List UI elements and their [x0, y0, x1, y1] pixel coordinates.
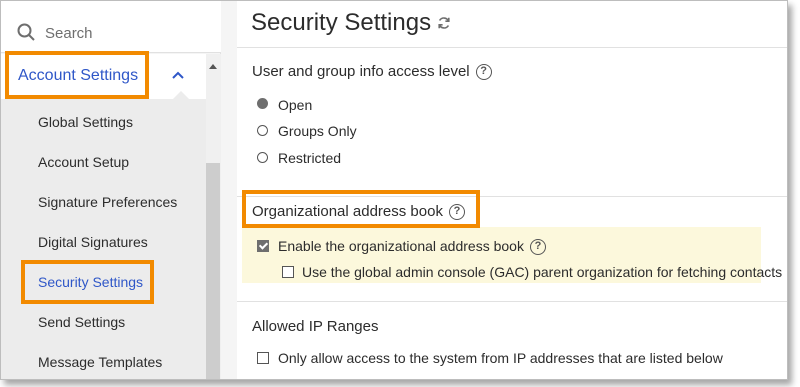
restrict-ip-checkbox[interactable]: [257, 352, 269, 364]
search-box[interactable]: Search: [1, 1, 221, 53]
scrollbar-thumb[interactable]: [206, 163, 220, 379]
search-input[interactable]: Search: [45, 25, 93, 42]
chevron-up-icon[interactable]: [171, 70, 185, 80]
sidebar-item-account-setup[interactable]: Account Setup: [38, 154, 129, 170]
sidebar-item-digital-signatures[interactable]: Digital Signatures: [38, 234, 148, 250]
enable-address-book-label[interactable]: Enable the organizational address book?: [278, 238, 546, 256]
sidebar-item-security-settings[interactable]: Security Settings: [38, 274, 143, 290]
radio-restricted-label[interactable]: Restricted: [278, 150, 341, 166]
address-book-heading: Organizational address book?: [252, 203, 465, 221]
help-icon[interactable]: ?: [529, 239, 546, 256]
access-level-heading: User and group info access level?: [252, 63, 492, 81]
enable-address-book-checkbox[interactable]: [257, 240, 269, 252]
sidebar-item-global-settings[interactable]: Global Settings: [38, 114, 133, 130]
radio-open-label[interactable]: Open: [278, 97, 312, 113]
scroll-up-arrow-icon[interactable]: [209, 64, 217, 69]
address-book-heading-text: Organizational address book: [252, 203, 443, 220]
active-notch: [173, 91, 189, 99]
sidebar-item-send-settings[interactable]: Send Settings: [38, 314, 125, 330]
divider: [237, 47, 787, 48]
page-title: Security Settings: [251, 9, 432, 36]
main-panel: Security Settings User and group info ac…: [237, 1, 787, 379]
help-icon[interactable]: ?: [448, 204, 465, 221]
access-level-heading-text: User and group info access level: [252, 63, 470, 80]
sidebar: Search Account Settings Global Settings …: [1, 1, 221, 379]
radio-restricted[interactable]: [257, 152, 268, 163]
sidebar-item-signature-preferences[interactable]: Signature Preferences: [38, 194, 177, 210]
sidebar-section-label[interactable]: Account Settings: [18, 67, 138, 85]
gac-parent-org-label[interactable]: Use the global admin console (GAC) paren…: [302, 264, 782, 280]
refresh-icon[interactable]: [437, 16, 451, 30]
restrict-ip-label[interactable]: Only allow access to the system from IP …: [278, 350, 723, 366]
app-window: Search Account Settings Global Settings …: [0, 0, 788, 380]
radio-groups-only[interactable]: [257, 125, 268, 136]
gac-parent-org-checkbox[interactable]: [282, 266, 294, 278]
ip-ranges-heading: Allowed IP Ranges: [252, 318, 379, 335]
divider: [237, 301, 787, 302]
enable-address-book-text: Enable the organizational address book: [278, 238, 524, 254]
radio-open[interactable]: [257, 98, 268, 109]
radio-groups-only-label[interactable]: Groups Only: [278, 123, 357, 139]
help-icon[interactable]: ?: [475, 64, 492, 81]
sidebar-item-message-templates[interactable]: Message Templates: [38, 354, 162, 370]
search-icon: [17, 23, 35, 41]
